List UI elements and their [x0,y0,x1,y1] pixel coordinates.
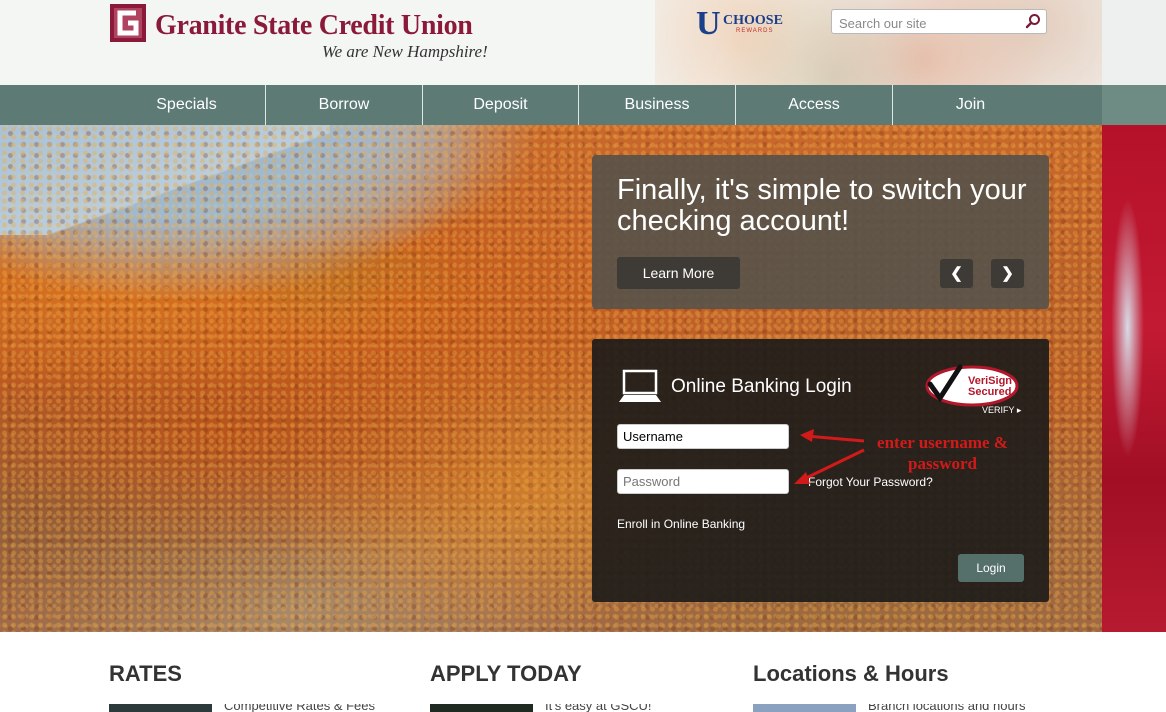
uchoose-rewards-logo[interactable]: U CHOOSE REWARDS [696,5,806,42]
promo-panel: Finally, it's simple to switch your chec… [592,155,1049,309]
nav-right-strip [1102,85,1166,125]
locations-text: Branch locations and hours [868,704,1026,712]
nav-item-deposit[interactable]: Deposit [423,85,578,125]
site-header: Granite State Credit Union We are New Ha… [0,0,1166,85]
rates-thumbnail[interactable] [109,704,212,712]
learn-more-button[interactable]: Learn More [617,257,740,289]
hero-right-flag [1102,125,1166,632]
login-title: Online Banking Login [671,376,852,397]
locations-hours-heading[interactable]: Locations & Hours [753,661,949,687]
nav-item-business[interactable]: Business [579,85,735,125]
main-nav: Specials Borrow Deposit Business Access … [0,85,1166,125]
gscu-logo-icon[interactable] [110,4,146,42]
search-input[interactable] [837,13,1021,33]
apply-today-heading[interactable]: APPLY TODAY [430,661,582,687]
brand-name[interactable]: Granite State Credit Union [155,10,473,42]
uchoose-choose-text: CHOOSE [723,13,783,28]
login-button[interactable]: Login [958,554,1024,582]
search-box [831,9,1047,34]
rates-text: Competitive Rates & Fees [224,704,376,712]
username-field[interactable] [617,424,789,449]
annotation-line2: password [908,454,977,473]
nav-item-specials[interactable]: Specials [108,85,265,125]
brand-tagline: We are New Hampshire! [322,42,488,61]
apply-thumbnail[interactable] [430,704,533,712]
annotation-note: enter username & password [860,432,1025,474]
bottom-section: RATES Competitive Rates & Fees APPLY TOD… [0,632,1166,712]
nav-item-access[interactable]: Access [736,85,892,125]
verisign-line2: Secured [968,386,1011,398]
uchoose-u-letter: U [696,5,721,42]
verify-link[interactable]: VERIFY ▸ [982,405,1021,416]
promo-title: Finally, it's simple to switch your chec… [617,174,1027,237]
laptop-icon [619,369,661,402]
password-field[interactable] [617,469,789,494]
locations-thumbnail[interactable] [753,704,856,712]
search-icon[interactable] [1025,13,1041,29]
nav-item-join[interactable]: Join [893,85,1048,125]
annotation-line1: enter username & [877,433,1008,452]
slider-next-button[interactable]: ❯ [991,259,1024,288]
header-right-strip [1102,0,1166,85]
uchoose-rewards-text: REWARDS [736,28,774,34]
apply-text: It's easy at GSCU! [545,704,652,712]
rates-heading[interactable]: RATES [109,661,182,687]
slider-prev-button[interactable]: ❮ [940,259,973,288]
nav-item-borrow[interactable]: Borrow [266,85,422,125]
enroll-online-banking-link[interactable]: Enroll in Online Banking [617,517,745,531]
